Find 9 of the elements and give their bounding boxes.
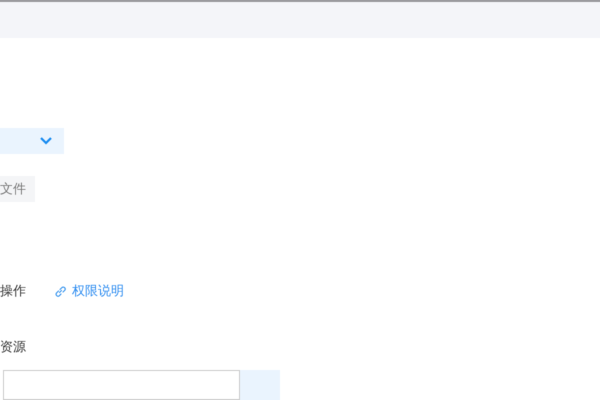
input-field[interactable] xyxy=(3,370,240,400)
permission-link[interactable]: 权限说明 xyxy=(54,282,124,300)
dropdown-select[interactable] xyxy=(0,128,64,154)
chevron-icon xyxy=(40,136,52,145)
input-addon xyxy=(240,370,280,400)
file-button[interactable]: 文件 xyxy=(0,176,35,202)
link-icon xyxy=(54,284,67,298)
operation-label: 操作 xyxy=(0,283,26,300)
resource-label: 资源 xyxy=(0,339,27,356)
